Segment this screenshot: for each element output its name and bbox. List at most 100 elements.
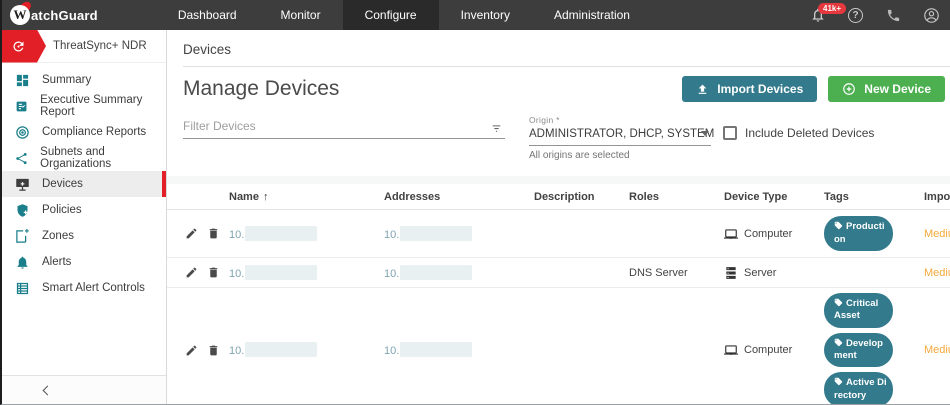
roles-column-header[interactable]: Roles — [629, 191, 724, 203]
device-name[interactable]: 10. — [229, 345, 244, 357]
delete-button[interactable] — [207, 266, 220, 279]
table-header: Name ↑ Addresses Description Roles Device… — [167, 184, 950, 210]
origin-select[interactable]: Origin * ADMINISTRATOR, DHCP, SYSTEM All… — [529, 115, 714, 161]
name-column-header[interactable]: Name ↑ — [229, 191, 384, 203]
red-flag-shape — [2, 29, 46, 63]
page-title: Devices — [183, 42, 232, 57]
pencil-icon — [186, 267, 197, 278]
table-row: 10. 10. Computer Production Medium — [167, 210, 950, 258]
pencil-icon — [186, 345, 197, 355]
edit-button[interactable] — [185, 266, 198, 279]
trash-icon — [209, 228, 218, 239]
tags-column-header[interactable]: Tags — [824, 191, 924, 203]
account-icon[interactable] — [923, 7, 940, 24]
edit-button[interactable] — [185, 227, 198, 240]
redacted-name — [245, 342, 318, 358]
filter-devices-input[interactable] — [183, 115, 505, 139]
summary-icon — [16, 74, 29, 86]
table-row: 10. 10. Computer Critical Asset Developm… — [167, 288, 950, 404]
device-name[interactable]: 10. — [229, 229, 244, 241]
edit-button[interactable] — [185, 344, 198, 357]
smart-alert-controls-icon — [16, 282, 29, 294]
device-address: 10. — [384, 228, 400, 241]
nav-item-administration[interactable]: Administration — [532, 0, 652, 30]
nav-item-monitor[interactable]: Monitor — [259, 0, 343, 30]
device-type-cell: Server — [724, 266, 824, 280]
include-deleted-devices-checkbox[interactable]: Include Deleted Devices — [723, 126, 874, 140]
nav-item-inventory[interactable]: Inventory — [439, 0, 532, 30]
brand-initial: W — [10, 5, 30, 25]
import-devices-button[interactable]: Import Devices — [682, 76, 818, 102]
device-address: 10. — [384, 267, 400, 280]
sidebar-item-summary[interactable]: Summary — [2, 67, 166, 93]
addresses-column-header[interactable]: Addresses — [384, 191, 534, 203]
chevron-left-icon — [42, 385, 53, 396]
redacted-name — [245, 225, 318, 241]
sidebar-item-smart-alert-controls[interactable]: Smart Alert Controls — [2, 275, 166, 301]
zones-icon — [16, 228, 29, 243]
redacted-address — [400, 342, 473, 358]
topbar: W atchGuard Dashboard Monitor Configure … — [2, 0, 950, 30]
watchguard-logo: W atchGuard — [10, 0, 98, 25]
importance-cell: Medium — [924, 344, 950, 357]
device-type-column-header[interactable]: Device Type — [724, 191, 824, 203]
notifications-bell-icon[interactable]: 41k+ — [809, 2, 847, 24]
phone-icon[interactable] — [885, 7, 902, 24]
description-column-header[interactable]: Description — [534, 191, 629, 203]
device-name[interactable]: 10. — [229, 268, 244, 280]
sidebar: ThreatSync+ NDR Summary Executive Summar… — [2, 29, 167, 404]
tag-badge: Active Directory — [824, 372, 893, 404]
origin-hint: All origins are selected — [529, 150, 630, 161]
nav-item-dashboard[interactable]: Dashboard — [156, 0, 259, 30]
trash-icon — [209, 267, 218, 278]
devices-table: Name ↑ Addresses Description Roles Device… — [167, 184, 950, 404]
nav-item-configure[interactable]: Configure — [342, 0, 439, 30]
help-icon[interactable]: ? — [847, 7, 864, 24]
sidebar-item-executive-summary-report[interactable]: Executive Summary Report — [2, 93, 166, 119]
sidebar-collapse-button[interactable] — [2, 375, 166, 404]
tag-icon — [834, 338, 843, 346]
importance-cell: Medium — [924, 266, 950, 279]
tag-badge: Critical Asset — [824, 293, 893, 328]
computer-icon — [724, 345, 738, 355]
executive-summary-report-icon — [16, 101, 27, 111]
tag-badge: Development — [824, 332, 893, 368]
sidebar-item-policies[interactable]: Policies — [2, 197, 166, 223]
policies-icon — [17, 203, 28, 217]
importance-column-header[interactable]: Importance — [924, 191, 950, 203]
tag-badge: Production — [824, 216, 893, 251]
origin-value: ADMINISTRATOR, DHCP, SYSTEM — [529, 128, 714, 146]
main-content: Devices Manage Devices Import Devices Ne… — [167, 30, 950, 404]
sidebar-item-alerts[interactable]: Alerts — [2, 249, 166, 275]
table-top-strip — [167, 176, 950, 184]
devices-icon — [16, 178, 29, 191]
computer-icon — [724, 228, 738, 239]
filter-icon[interactable] — [490, 121, 503, 134]
sidebar-item-compliance-reports[interactable]: Compliance Reports — [2, 119, 166, 145]
alerts-icon — [17, 256, 28, 269]
main-nav: Dashboard Monitor Configure Inventory Ad… — [156, 0, 652, 30]
plus-circle-icon — [843, 83, 856, 95]
checkbox-box — [723, 126, 737, 140]
device-type-cell: Computer — [724, 227, 824, 241]
origin-label: Origin * — [529, 115, 560, 125]
trash-icon — [209, 345, 218, 355]
notifications-badge: 41k+ — [818, 2, 847, 14]
sort-asc-icon: ↑ — [262, 190, 269, 203]
new-device-button[interactable]: New Device — [828, 76, 945, 102]
delete-button[interactable] — [207, 344, 220, 357]
redacted-address — [400, 264, 473, 280]
tag-icon — [834, 221, 843, 230]
sidebar-item-zones[interactable]: Zones — [2, 223, 166, 249]
redacted-name — [245, 264, 318, 280]
checkbox-label: Include Deleted Devices — [745, 126, 875, 140]
sidebar-item-subnets-and-organizations[interactable]: Subnets and Organizations — [2, 145, 166, 171]
page-heading: Manage Devices — [183, 77, 340, 100]
server-icon — [726, 266, 736, 279]
sidebar-item-devices[interactable]: Devices — [2, 171, 166, 197]
tag-icon — [834, 378, 843, 386]
device-address: 10. — [384, 345, 400, 358]
tag-icon — [834, 298, 843, 307]
app-window: W atchGuard Dashboard Monitor Configure … — [0, 0, 950, 405]
delete-button[interactable] — [207, 227, 220, 240]
